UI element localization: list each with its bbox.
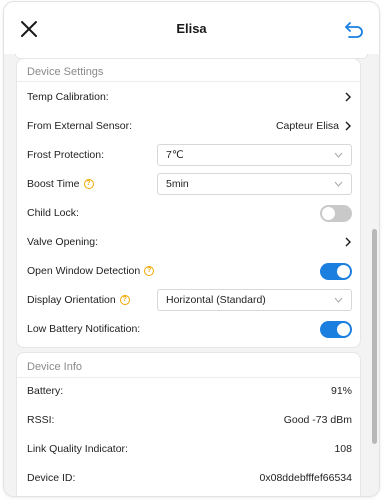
chevron-right-icon — [345, 237, 351, 247]
display-orientation-label: Display Orientation — [27, 294, 116, 306]
valve-opening-row[interactable]: Valve Opening: — [27, 230, 352, 254]
section-divider — [17, 377, 360, 378]
lqi-row: Link Quality Indicator: 108 — [27, 437, 352, 461]
child-lock-toggle[interactable] — [320, 204, 352, 222]
temp-calibration-label: Temp Calibration: — [27, 91, 109, 103]
temp-calibration-row[interactable]: Temp Calibration: — [27, 85, 352, 109]
chevron-down-icon — [334, 181, 343, 187]
section-divider — [17, 81, 360, 82]
lqi-label: Link Quality Indicator: — [27, 443, 128, 455]
device-id-label: Device ID: — [27, 472, 76, 484]
open-window-detection-label: Open Window Detection — [27, 265, 141, 277]
rssi-label: RSSI: — [27, 414, 55, 426]
rssi-value: Good -73 dBm — [283, 414, 352, 426]
boost-time-select[interactable]: 5min — [157, 173, 352, 195]
child-lock-row: Child Lock: — [27, 201, 352, 225]
toggle-knob — [337, 264, 350, 278]
boost-time-value: 5min — [166, 178, 189, 190]
device-settings-dialog: Elisa Device Settings Temp Calibration: … — [4, 2, 379, 496]
battery-row: Battery: 91% — [27, 379, 352, 403]
device-id-row: Device ID: 0x08ddebfffef66534 — [27, 466, 352, 490]
device-info-title: Device Info — [27, 361, 83, 373]
device-settings-card: Device Settings Temp Calibration: From E… — [16, 58, 361, 348]
close-icon — [21, 21, 37, 37]
help-icon[interactable]: ? — [119, 295, 130, 305]
external-sensor-value: Capteur Elisa — [275, 120, 339, 132]
device-id-value: 0x08ddebfffef66534 — [259, 472, 352, 484]
external-sensor-label: From External Sensor: — [27, 120, 133, 132]
valve-opening-label: Valve Opening: — [27, 236, 99, 248]
chevron-down-icon — [334, 152, 343, 158]
close-button[interactable] — [18, 18, 40, 40]
battery-value: 91% — [330, 385, 352, 397]
frost-protection-value: 7℃ — [166, 149, 184, 161]
boost-time-label: Boost Time — [27, 178, 80, 190]
display-orientation-value: Horizontal (Standard) — [166, 294, 266, 306]
low-battery-notification-toggle[interactable] — [320, 320, 352, 338]
open-window-detection-toggle[interactable] — [320, 262, 352, 280]
open-window-detection-row: Open Window Detection ? — [27, 259, 352, 283]
settings-scroll-area[interactable]: Device Settings Temp Calibration: From E… — [4, 54, 379, 496]
lqi-value: 108 — [334, 443, 352, 455]
battery-label: Battery: — [27, 385, 64, 397]
scrollbar-thumb[interactable] — [372, 229, 377, 444]
low-battery-notification-label: Low Battery Notification: — [27, 323, 141, 335]
help-icon[interactable]: ? — [144, 266, 155, 276]
device-settings-title: Device Settings — [27, 66, 104, 78]
frost-protection-select[interactable]: 7℃ — [157, 144, 352, 166]
toggle-knob — [322, 206, 335, 220]
undo-arrow-icon — [345, 22, 363, 38]
back-button[interactable] — [343, 18, 365, 40]
external-sensor-row[interactable]: From External Sensor: Capteur Elisa — [27, 114, 352, 138]
toggle-knob — [337, 322, 350, 336]
display-orientation-select[interactable]: Horizontal (Standard) — [157, 289, 352, 311]
help-icon[interactable]: ? — [83, 179, 94, 189]
chevron-right-icon — [345, 121, 351, 131]
dialog-title: Elisa — [176, 20, 207, 36]
device-info-card: Device Info Battery: 91% RSSI: Good -73 … — [16, 352, 361, 496]
dialog-header: Elisa — [4, 2, 379, 54]
chevron-down-icon — [334, 297, 343, 303]
child-lock-label: Child Lock: — [27, 207, 79, 219]
rssi-row: RSSI: Good -73 dBm — [27, 408, 352, 432]
frost-protection-label: Frost Protection: — [27, 149, 105, 161]
low-battery-notification-row: Low Battery Notification: — [27, 317, 352, 341]
chevron-right-icon — [345, 92, 351, 102]
